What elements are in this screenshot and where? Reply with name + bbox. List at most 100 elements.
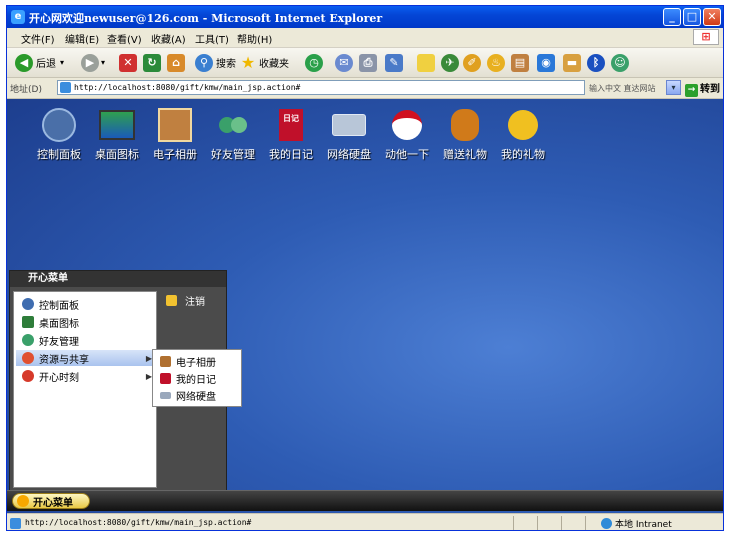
start-button[interactable]: 开心菜单 (12, 493, 90, 509)
research-button[interactable]: ♨ (487, 52, 505, 73)
search-button[interactable]: ⚲ 搜索 (195, 52, 236, 73)
start-menu-item-happy-moments[interactable]: 开心时刻 ▶ (16, 368, 154, 384)
start-menu-item-label: 资源与共享 (39, 354, 89, 366)
edit-icon: ✎ (385, 53, 403, 72)
menu-file[interactable]: 文件(F) (21, 31, 55, 46)
zone-label: 本地 Intranet (615, 520, 672, 530)
print-button[interactable]: ⎙ (359, 52, 377, 73)
desktop-icon-label: 网络硬盘 (327, 148, 371, 161)
back-dropdown-icon: ▾ (60, 58, 65, 67)
network-disk-icon (160, 391, 171, 399)
start-menu-item-label: 控制面板 (39, 300, 79, 312)
desktop-icon-friends[interactable]: 好友管理 (203, 107, 263, 162)
go-button[interactable]: → 转到 (685, 80, 720, 97)
desktop-icon-control-panel[interactable]: 控制面板 (29, 107, 89, 162)
status-divider (585, 516, 586, 530)
start-menu-list: 控制面板 桌面图标 好友管理 资源与共享 ▶ 开心时刻 ▶ (13, 291, 157, 488)
history-icon: ◷ (305, 53, 323, 72)
contacts-icon: ☺ (611, 53, 629, 72)
desktop-icon-label: 电子相册 (153, 148, 197, 161)
menu-view[interactable]: 查看(V) (107, 31, 142, 46)
control-panel-icon (41, 107, 77, 143)
submenu-item-photo-album[interactable]: 电子相册 (155, 353, 239, 369)
refresh-icon: ↻ (143, 53, 161, 72)
forward-button[interactable]: ▶ ▾ (81, 52, 105, 73)
desktop-area: 控制面板 桌面图标 电子相册 好友管理 日记 我的日记 网络硬盘 动他一下 赠送 (7, 99, 723, 513)
submenu-item-label: 电子相册 (176, 357, 216, 369)
status-divider (513, 516, 514, 530)
menu-bar: 文件(F) 编辑(E) 查看(V) 收藏(A) 工具(T) 帮助(H) ⊞ (7, 28, 723, 48)
note-button[interactable] (417, 52, 435, 73)
home-button[interactable]: ⌂ (167, 52, 185, 73)
diary-icon (160, 372, 171, 384)
close-button[interactable]: ✕ (703, 8, 721, 26)
desktop-icon-poke[interactable]: 动他一下 (377, 107, 437, 162)
page-icon (60, 82, 71, 93)
diary-badge: 日记 (279, 109, 303, 141)
pen-button[interactable]: ✐ (463, 52, 481, 73)
favorites-button[interactable]: ★ 收藏夹 (239, 52, 289, 73)
start-menu-item-desktop-icons[interactable]: 桌面图标 (16, 314, 154, 330)
status-divider (561, 516, 562, 530)
desktop-icon-send-gift[interactable]: 赠送礼物 (435, 107, 495, 162)
start-menu-item-control-panel[interactable]: 控制面板 (16, 296, 154, 312)
submenu-item-diary[interactable]: 我的日记 (155, 370, 239, 386)
contacts-button[interactable]: ☺ (611, 52, 629, 73)
desktop-icon-label: 好友管理 (211, 148, 255, 161)
media-button[interactable]: ◉ (537, 52, 555, 73)
back-arrow-icon: ◀ (15, 53, 33, 72)
back-button[interactable]: ◀ 后退 ▾ (15, 52, 64, 73)
search-icon: ⚲ (195, 53, 213, 72)
taskbar: 开心菜单 (7, 490, 723, 511)
desktop-icon-label: 控制面板 (37, 148, 81, 161)
messenger-button[interactable]: ✈ (441, 52, 459, 73)
search-label: 搜索 (216, 59, 236, 70)
forward-arrow-icon: ▶ (81, 53, 99, 72)
address-dropdown-button[interactable]: ▾ (666, 80, 681, 95)
bluetooth-button[interactable]: ᛒ (587, 52, 605, 73)
desktop-icon-label: 桌面图标 (95, 148, 139, 161)
happy-moments-icon (22, 370, 34, 382)
toolbar: ◀ 后退 ▾ ▶ ▾ ✕ ↻ ⌂ ⚲ 搜索 ★ 收藏夹 ◷ ✉ ⎙ ✎ ✈ ✐ … (7, 48, 723, 78)
desktop-icon-my-gifts[interactable]: 我的礼物 (493, 107, 553, 162)
smiley-icon (17, 495, 29, 507)
stop-button[interactable]: ✕ (119, 52, 137, 73)
submenu-item-network-disk[interactable]: 网络硬盘 (155, 387, 239, 403)
submenu-item-label: 我的日记 (176, 374, 216, 386)
start-menu-item-label: 好友管理 (39, 336, 79, 348)
address-hint: 输入中文 直达网站 (589, 84, 656, 93)
menu-favorites[interactable]: 收藏(A) (151, 31, 186, 46)
start-menu-item-friends[interactable]: 好友管理 (16, 332, 154, 348)
mail-button[interactable]: ✉ (335, 52, 353, 73)
maximize-button[interactable]: □ (683, 8, 701, 26)
status-bar: http://localhost:8080/gift/kmw/main_jsp.… (7, 513, 723, 530)
resources-icon (22, 352, 34, 364)
windows-logo-icon: ⊞ (693, 29, 719, 45)
desktop-icon-diary[interactable]: 日记 我的日记 (261, 107, 321, 162)
resources-submenu: 电子相册 我的日记 网络硬盘 (152, 349, 242, 407)
desktop-icon-photo-album[interactable]: 电子相册 (145, 107, 205, 162)
menu-help[interactable]: 帮助(H) (237, 31, 272, 46)
start-menu-item-resources[interactable]: 资源与共享 ▶ (16, 350, 154, 366)
globe-icon (601, 518, 612, 529)
menu-edit[interactable]: 编辑(E) (65, 31, 99, 46)
book-button[interactable]: ▤ (511, 52, 529, 73)
history-button[interactable]: ◷ (305, 52, 323, 73)
diary-icon: 日记 (273, 107, 309, 143)
smiley-icon (505, 107, 541, 143)
research-icon: ♨ (487, 53, 505, 72)
logout-button[interactable]: 注销 (166, 293, 205, 308)
menu-tools[interactable]: 工具(T) (195, 31, 229, 46)
minimize-button[interactable]: _ (663, 8, 681, 26)
window-title: 开心网欢迎newuser@126.com - Microsoft Interne… (29, 12, 383, 25)
home-icon: ⌂ (167, 53, 185, 72)
go-arrow-icon: → (685, 84, 698, 97)
refresh-button[interactable]: ↻ (143, 52, 161, 73)
edit-button[interactable]: ✎ (385, 52, 403, 73)
desktop-icon-network-disk[interactable]: 网络硬盘 (319, 107, 379, 162)
browser-window: e 开心网欢迎newuser@126.com - Microsoft Inter… (6, 5, 724, 531)
logout-label: 注销 (185, 297, 205, 308)
address-input[interactable]: http://localhost:8080/gift/kmw/main_jsp.… (57, 80, 585, 95)
desktop-icon-desktop-icons[interactable]: 桌面图标 (87, 107, 147, 162)
folder-button[interactable]: ▬ (563, 52, 581, 73)
